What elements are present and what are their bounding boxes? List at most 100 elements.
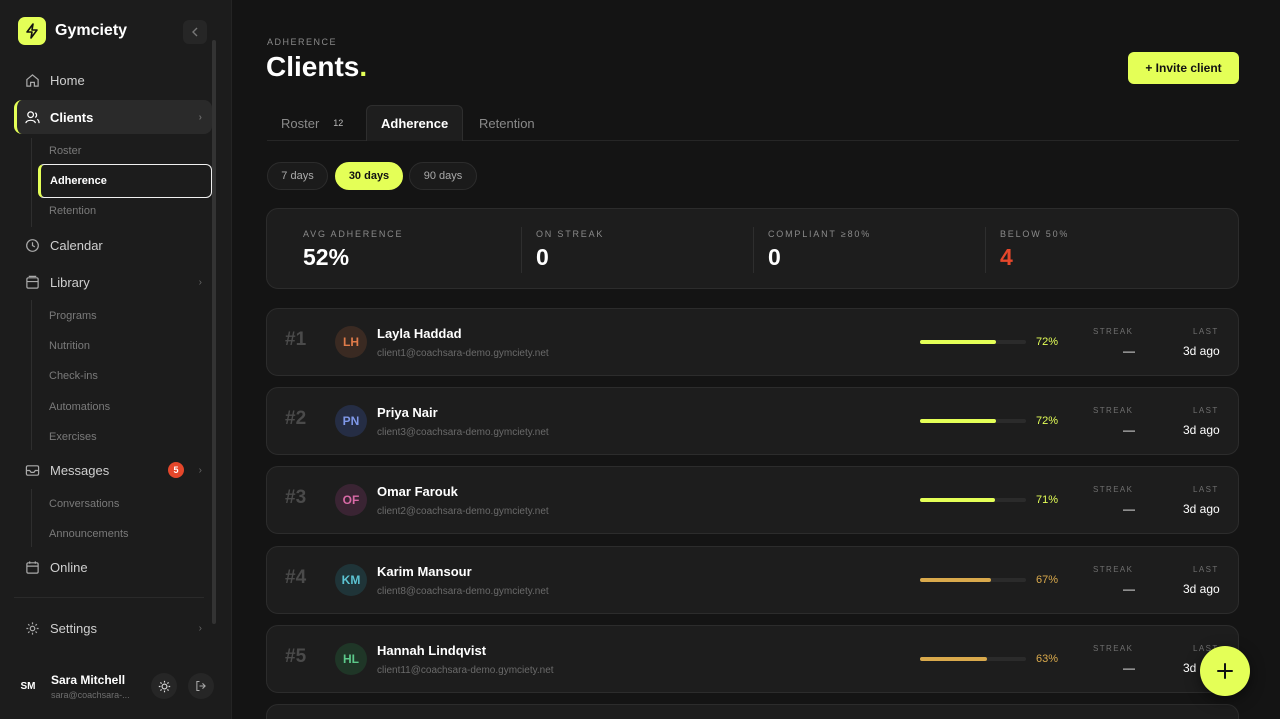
table-row[interactable]: #5 HL Hannah Lindqvist client11@coachsara-d…	[266, 625, 1239, 693]
nav-item-messages[interactable]: Messages 5 ›	[14, 453, 212, 487]
last-label: LAST	[1193, 565, 1219, 574]
table-row[interactable]: #3 OF Omar Farouk client2@coachsara-demo.gy…	[266, 466, 1239, 534]
range-7-days[interactable]: 7 days	[267, 162, 328, 190]
adherence-stats: AVG ADHERENCE 52% ON STREAK 0 COMPLIANT …	[266, 208, 1239, 289]
tab-label-adherence: Adherence	[381, 116, 449, 131]
streak-label: STREAK	[1093, 644, 1134, 653]
nav-item-calendar[interactable]: Calendar	[14, 228, 212, 262]
tab-retention[interactable]: Retention	[479, 105, 535, 141]
sub-item-conversations[interactable]: Conversations	[49, 498, 119, 510]
range-30-days[interactable]: 30 days	[335, 162, 403, 190]
library-icon	[24, 274, 40, 290]
streak-label: STREAK	[1093, 485, 1134, 494]
add-button[interactable]	[1200, 646, 1250, 696]
sub-item-check-ins[interactable]: Check-ins	[49, 370, 98, 382]
sub-item-roster[interactable]: Roster	[49, 145, 81, 157]
nav-label-calendar: Calendar	[50, 237, 103, 253]
sub-item-nutrition[interactable]: Nutrition	[49, 340, 90, 352]
chevron-icon: ›	[198, 111, 202, 123]
client-name[interactable]: Hannah Lindqvist	[377, 643, 486, 658]
adherence-bar	[920, 578, 1026, 582]
unread-badge: 5	[168, 462, 184, 478]
nav-label-settings: Settings	[50, 620, 97, 636]
streak-label: STREAK	[1093, 565, 1134, 574]
submenu-guide	[31, 300, 32, 450]
roster-count-badge: 12	[333, 118, 344, 128]
streak-value: —	[1123, 344, 1135, 358]
submenu-guide	[31, 138, 32, 227]
adherence-percent: 72%	[1036, 415, 1059, 427]
sidebar: Gymciety Home Clients › Roster Adherence…	[0, 0, 232, 719]
page-title: Clients.	[266, 51, 368, 82]
adherence-bar-fill	[920, 498, 996, 502]
adherence-percent: 71%	[1036, 494, 1059, 506]
submenu-guide	[31, 489, 32, 547]
table-row[interactable]: #1 LH Layla Haddad client1@coachsara-demo.g…	[266, 308, 1239, 376]
adherence-bar	[920, 657, 1026, 661]
avatar: SM	[20, 680, 36, 692]
range-90-days[interactable]: 90 days	[409, 162, 477, 190]
adherence-percent: 72%	[1036, 336, 1059, 348]
table-row-partial[interactable]	[266, 704, 1239, 719]
sub-item-announcements[interactable]: Announcements	[49, 528, 129, 540]
sub-item-exercises[interactable]: Exercises	[49, 431, 97, 443]
sub-item-adherence[interactable]: Adherence	[38, 164, 212, 198]
stat-label: AVG ADHERENCE	[303, 229, 404, 239]
nav-item-settings[interactable]: Settings ›	[14, 611, 212, 645]
avatar: HL	[335, 643, 367, 675]
user-profile[interactable]: SM Sara Mitchell sara@coachsara-...	[14, 666, 214, 706]
nav-item-online[interactable]: Online	[14, 550, 212, 584]
adherence-percent: 63%	[1036, 653, 1059, 665]
client-name[interactable]: Layla Haddad	[377, 326, 462, 341]
sub-item-retention[interactable]: Retention	[49, 205, 96, 217]
brand-name: Gymciety	[55, 22, 128, 39]
avatar: KM	[335, 564, 367, 596]
rank: #4	[285, 567, 307, 588]
nav-item-clients[interactable]: Clients ›	[14, 100, 212, 134]
nav-label-messages: Messages	[50, 462, 110, 478]
sub-item-programs[interactable]: Programs	[49, 310, 97, 322]
stat-divider	[753, 227, 754, 273]
streak-label: STREAK	[1093, 406, 1134, 415]
chevron-left-icon	[192, 27, 198, 37]
streak-value: —	[1123, 502, 1135, 516]
nav-item-home[interactable]: Home	[14, 63, 212, 97]
streak-value: —	[1123, 661, 1135, 675]
client-email: client2@coachsara-demo.gymciety.net	[377, 506, 549, 517]
clock-icon	[24, 237, 40, 253]
stat-label: ON STREAK	[536, 229, 605, 239]
chevron-icon: ›	[198, 276, 202, 288]
gear-icon	[24, 620, 40, 636]
avatar: PN	[335, 405, 367, 437]
brand[interactable]: Gymciety	[18, 17, 127, 45]
client-name[interactable]: Karim Mansour	[377, 564, 472, 579]
theme-toggle-button[interactable]	[151, 673, 177, 699]
sub-item-automations[interactable]: Automations	[49, 401, 110, 413]
adherence-bar-fill	[920, 340, 997, 344]
invite-client-button[interactable]: + Invite client	[1128, 52, 1239, 84]
stat-value: 52%	[303, 244, 350, 270]
collapse-sidebar-button[interactable]	[183, 20, 207, 44]
streak-value: —	[1123, 582, 1135, 596]
inbox-icon	[24, 462, 40, 478]
tab-label-roster: Roster	[281, 115, 320, 131]
client-email: client3@coachsara-demo.gymciety.net	[377, 427, 549, 438]
table-row[interactable]: #4 KM Karim Mansour client8@coachsara-demo.…	[266, 546, 1239, 614]
logout-icon	[196, 680, 206, 692]
nav-item-library[interactable]: Library ›	[14, 265, 212, 299]
chevron-icon: ›	[198, 464, 202, 476]
avatar: LH	[335, 326, 367, 358]
sidebar-scrollbar[interactable]	[212, 40, 216, 624]
table-row[interactable]: #2 PN Priya Nair client3@coachsara-demo.gym…	[266, 387, 1239, 455]
tab-roster[interactable]: Roster 12	[281, 105, 343, 141]
adherence-bar-fill	[920, 578, 992, 582]
tab-adherence[interactable]: Adherence	[366, 105, 464, 141]
chevron-icon: ›	[198, 622, 202, 634]
logout-button[interactable]	[188, 673, 214, 699]
rank: #3	[285, 487, 307, 508]
client-name[interactable]: Priya Nair	[377, 405, 438, 420]
adherence-percent: 67%	[1036, 574, 1059, 586]
client-name[interactable]: Omar Farouk	[377, 484, 458, 499]
stat-value: 0	[536, 244, 549, 270]
last-value: 3d ago	[1183, 344, 1220, 358]
